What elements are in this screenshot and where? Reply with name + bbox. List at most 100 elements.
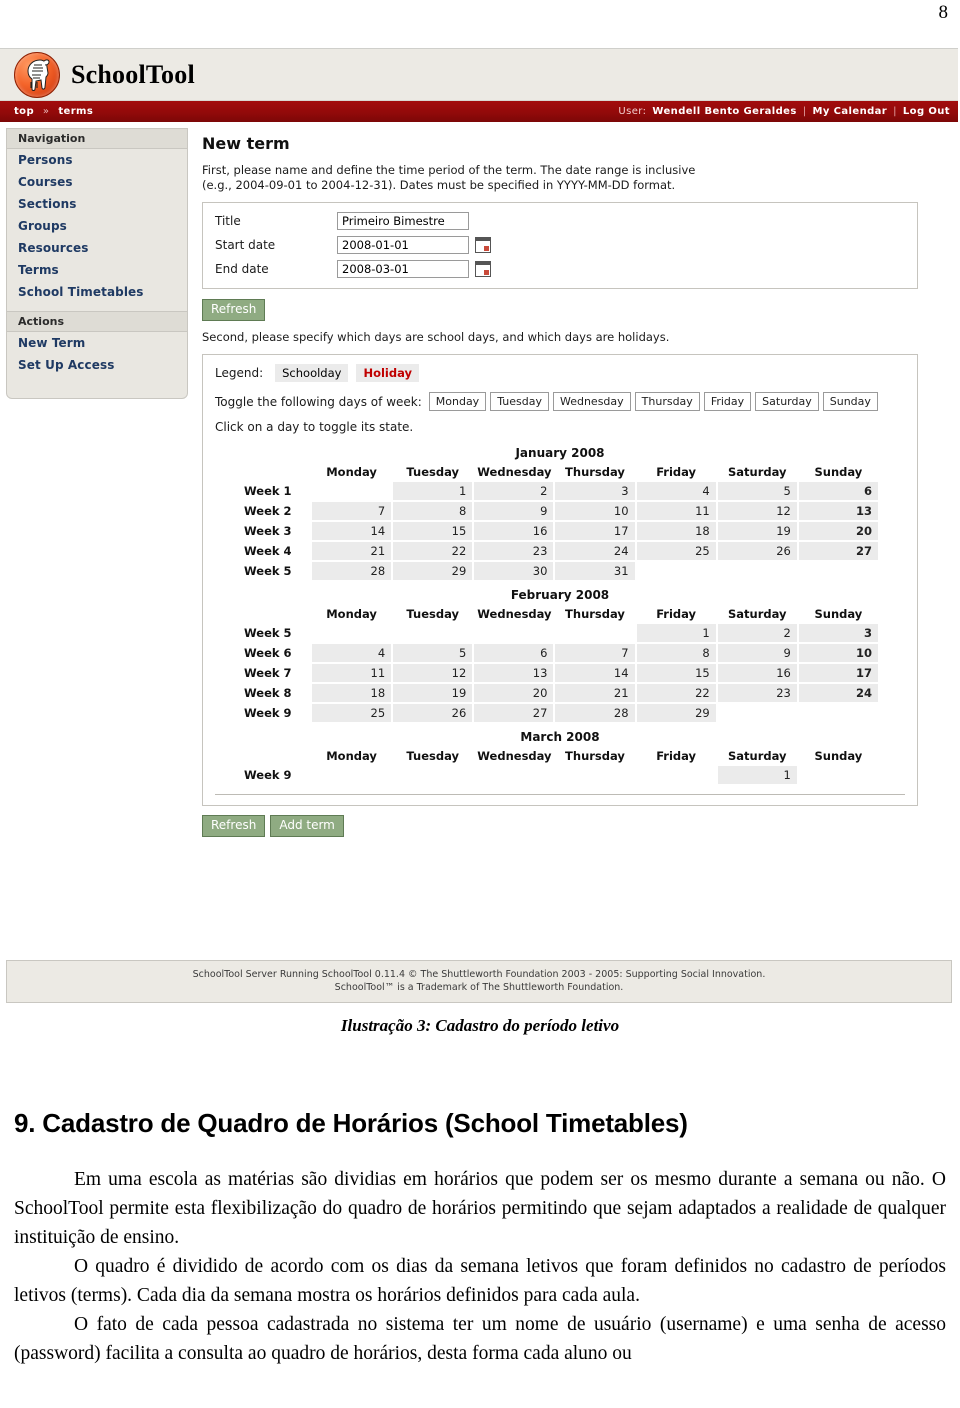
toggle-day-tuesday[interactable]: Tuesday: [490, 392, 549, 411]
calendar-day-schoolday[interactable]: 17: [555, 522, 635, 540]
calendar-day-schoolday[interactable]: 22: [636, 684, 716, 702]
calendar-day-holiday[interactable]: 13: [798, 502, 878, 520]
calendar-day-schoolday[interactable]: 1: [636, 624, 716, 642]
calendar-day-holiday[interactable]: 17: [798, 664, 878, 682]
sidebar-item-school-timetables[interactable]: School Timetables: [7, 281, 187, 303]
calendar-day-schoolday[interactable]: 28: [312, 562, 392, 580]
breadcrumb-current[interactable]: terms: [58, 106, 93, 117]
calendar-day-holiday[interactable]: 20: [798, 522, 878, 540]
calendar-day-schoolday[interactable]: 2: [474, 482, 554, 500]
calendar-picker-icon-start[interactable]: [475, 237, 491, 253]
calendar-day-schoolday[interactable]: 7: [555, 644, 635, 662]
calendar-day-schoolday[interactable]: 30: [474, 562, 554, 580]
sidebar-item-resources[interactable]: Resources: [7, 237, 187, 259]
calendar-day-schoolday[interactable]: 2: [717, 624, 797, 642]
week-label: Week 2: [244, 504, 292, 518]
sidebar-item-new-term[interactable]: New Term: [7, 332, 187, 354]
calendar-day-schoolday[interactable]: 14: [555, 664, 635, 682]
calendar-day-schoolday[interactable]: 29: [393, 562, 473, 580]
weekday-header-monday: Monday: [326, 749, 377, 763]
app-logo[interactable]: [14, 51, 60, 98]
calendar-day-schoolday[interactable]: 4: [636, 482, 716, 500]
week-label: Week 8: [244, 686, 292, 700]
calendar-day-schoolday[interactable]: 23: [717, 684, 797, 702]
toggle-day-monday[interactable]: Monday: [428, 392, 487, 411]
calendar-day-schoolday[interactable]: 19: [717, 522, 797, 540]
breadcrumb-top[interactable]: top: [14, 106, 34, 117]
calendar-day-schoolday[interactable]: 31: [555, 562, 635, 580]
calendar-day-holiday[interactable]: 27: [798, 542, 878, 560]
sidebar-item-terms[interactable]: Terms: [7, 259, 187, 281]
calendar-day-schoolday[interactable]: 6: [474, 644, 554, 662]
calendar-day-holiday[interactable]: 24: [798, 684, 878, 702]
my-calendar-link[interactable]: My Calendar: [813, 106, 888, 117]
sidebar-item-persons[interactable]: Persons: [7, 149, 187, 171]
calendar-day-schoolday[interactable]: 8: [636, 644, 716, 662]
toggle-day-thursday[interactable]: Thursday: [634, 392, 700, 411]
calendar-day-schoolday[interactable]: 4: [312, 644, 392, 662]
calendar-picker-icon-end[interactable]: [475, 261, 491, 277]
calendar-day-schoolday[interactable]: 11: [312, 664, 392, 682]
calendar-day-schoolday[interactable]: 12: [393, 664, 473, 682]
sidebar-item-groups[interactable]: Groups: [7, 215, 187, 237]
weekday-header-thursday: Thursday: [565, 465, 625, 479]
calendar-day-schoolday[interactable]: 8: [393, 502, 473, 520]
refresh-button-top[interactable]: Refresh: [202, 299, 266, 321]
calendar-day-schoolday[interactable]: 12: [717, 502, 797, 520]
calendar-day-schoolday[interactable]: 15: [393, 522, 473, 540]
schooltool-screenshot: SchoolTool top » terms User: Wendell Ben…: [0, 48, 958, 1009]
calendar-day-schoolday[interactable]: 9: [474, 502, 554, 520]
calendar-day-schoolday[interactable]: 29: [636, 704, 716, 722]
calendar-day-schoolday[interactable]: 15: [636, 664, 716, 682]
calendar-day-schoolday[interactable]: 7: [312, 502, 392, 520]
calendar-day-schoolday[interactable]: 27: [474, 704, 554, 722]
toggle-days-row: Toggle the following days of week: Monda…: [215, 392, 905, 411]
calendar-day-schoolday[interactable]: 18: [312, 684, 392, 702]
calendar-day-schoolday[interactable]: 14: [312, 522, 392, 540]
calendar-day-schoolday[interactable]: 5: [393, 644, 473, 662]
calendar-day-schoolday[interactable]: 26: [393, 704, 473, 722]
sidebar-item-courses[interactable]: Courses: [7, 171, 187, 193]
calendar-day-schoolday[interactable]: 25: [636, 542, 716, 560]
add-term-button[interactable]: Add term: [270, 815, 344, 837]
calendar-day-schoolday[interactable]: 10: [555, 502, 635, 520]
calendar-day-schoolday[interactable]: 19: [393, 684, 473, 702]
weekday-header-saturday: Saturday: [728, 607, 787, 621]
calendar-week-row: Week 5 28 29 30 31: [242, 562, 878, 580]
calendar-day-schoolday[interactable]: 25: [312, 704, 392, 722]
weekday-header-sunday: Sunday: [814, 749, 863, 763]
calendar-day-schoolday[interactable]: 26: [717, 542, 797, 560]
sidebar-item-sections[interactable]: Sections: [7, 193, 187, 215]
refresh-button-bottom[interactable]: Refresh: [202, 815, 266, 837]
calendar-day-schoolday[interactable]: 3: [555, 482, 635, 500]
toggle-day-saturday[interactable]: Saturday: [755, 392, 819, 411]
calendar-day-schoolday[interactable]: 5: [717, 482, 797, 500]
calendar-day-schoolday[interactable]: 20: [474, 684, 554, 702]
calendar-day-schoolday[interactable]: 9: [717, 644, 797, 662]
start-date-input[interactable]: [337, 236, 469, 254]
title-input[interactable]: [337, 212, 469, 230]
calendar-day-schoolday[interactable]: 16: [717, 664, 797, 682]
calendar-day-schoolday[interactable]: 21: [555, 684, 635, 702]
calendar-day-schoolday[interactable]: 18: [636, 522, 716, 540]
calendar-day-schoolday[interactable]: 22: [393, 542, 473, 560]
calendar-day-schoolday[interactable]: 13: [474, 664, 554, 682]
sidebar-item-set-up-access[interactable]: Set Up Access: [7, 354, 187, 376]
toggle-day-friday[interactable]: Friday: [703, 392, 752, 411]
calendar-day-schoolday[interactable]: 1: [393, 482, 473, 500]
end-date-input[interactable]: [337, 260, 469, 278]
toggle-day-sunday[interactable]: Sunday: [822, 392, 878, 411]
calendar-day-schoolday[interactable]: 11: [636, 502, 716, 520]
calendar-day-holiday[interactable]: 10: [798, 644, 878, 662]
toggle-day-wednesday[interactable]: Wednesday: [552, 392, 631, 411]
calendar-day-schoolday[interactable]: 24: [555, 542, 635, 560]
calendar-day-holiday[interactable]: 3: [798, 624, 878, 642]
log-out-link[interactable]: Log Out: [903, 106, 950, 117]
calendar-day-schoolday[interactable]: 23: [474, 542, 554, 560]
calendar-day-schoolday[interactable]: 16: [474, 522, 554, 540]
calendar-day-holiday[interactable]: 6: [798, 482, 878, 500]
calendar-day-schoolday[interactable]: 28: [555, 704, 635, 722]
calendar-day-schoolday[interactable]: 21: [312, 542, 392, 560]
month-title: February 2008: [510, 588, 610, 602]
calendar-day-schoolday[interactable]: 1: [717, 766, 797, 784]
